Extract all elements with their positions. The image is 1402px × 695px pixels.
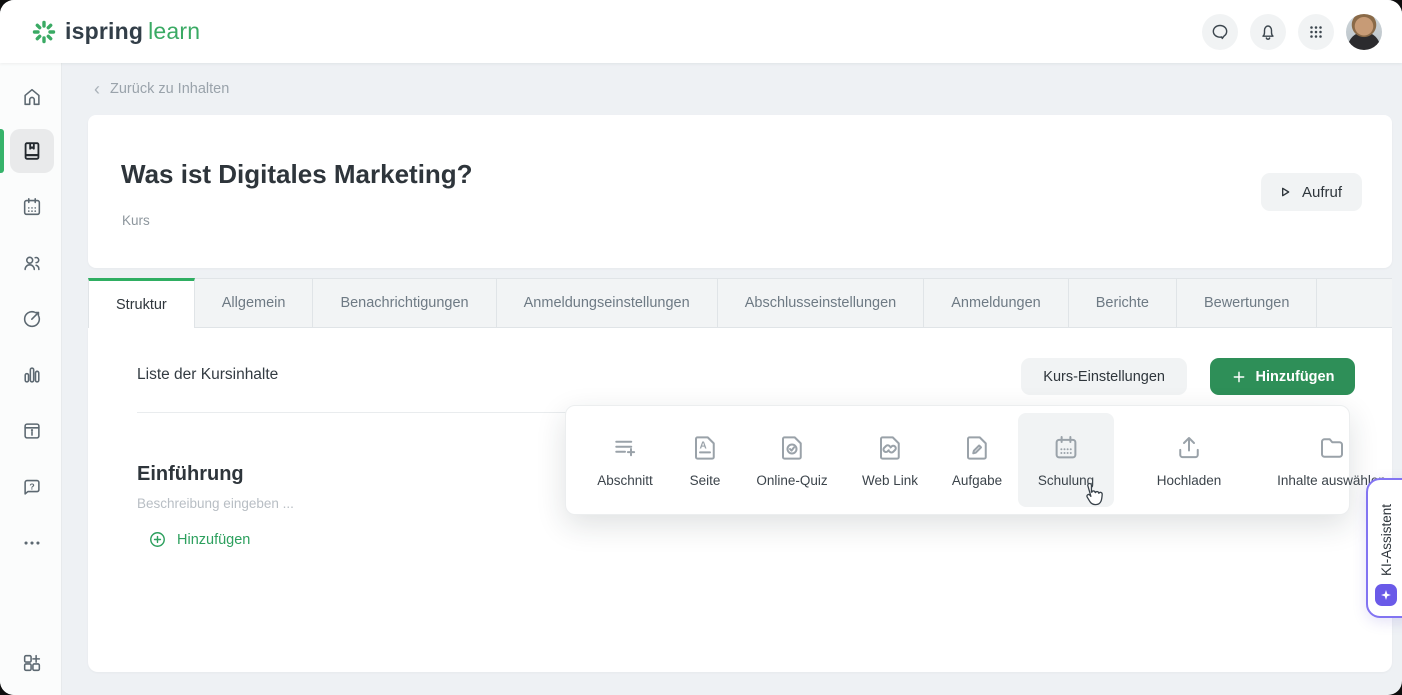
- course-settings-button[interactable]: Kurs-Einstellungen: [1021, 358, 1187, 395]
- assignment-pencil-icon: [962, 433, 992, 463]
- menu-item-abschnitt[interactable]: Abschnitt: [580, 413, 670, 507]
- top-header: ispringlearn: [0, 0, 1402, 63]
- add-content-button[interactable]: Hinzufügen: [1210, 358, 1355, 395]
- breadcrumb-back[interactable]: ‹ Zurück zu Inhalten: [94, 81, 229, 97]
- ai-assistant-tab[interactable]: KI-Assistent: [1366, 478, 1402, 618]
- tab-abschlusseinstellungen[interactable]: Abschlusseinstellungen: [718, 278, 925, 328]
- messages-button[interactable]: [1202, 14, 1238, 50]
- sidebar-item-help[interactable]: ?: [10, 465, 54, 509]
- notifications-icon: [1258, 22, 1278, 42]
- sidebar-item-courses[interactable]: [10, 129, 54, 173]
- tab-overflow-sliver[interactable]: [1317, 278, 1392, 328]
- folder-icon: [1317, 433, 1347, 463]
- book-icon: [21, 140, 43, 162]
- menu-item-schulung[interactable]: Schulung: [1018, 413, 1114, 507]
- course-tabs: Struktur Allgemein Benachrichtigungen An…: [88, 278, 1392, 328]
- sidebar-item-reports[interactable]: [10, 353, 54, 397]
- sidebar-item-catalog-info[interactable]: [10, 409, 54, 453]
- bar-chart-icon: [21, 364, 43, 386]
- sidebar-item-home[interactable]: [10, 75, 54, 119]
- page-title: Was ist Digitales Marketing?: [121, 159, 473, 190]
- tab-benachrichtigungen[interactable]: Benachrichtigungen: [313, 278, 496, 328]
- svg-text:A: A: [700, 440, 707, 451]
- page-icon: A: [690, 433, 720, 463]
- preview-button[interactable]: Aufruf: [1261, 173, 1362, 211]
- left-sidebar: ?: [0, 63, 62, 695]
- tab-allgemein[interactable]: Allgemein: [195, 278, 314, 328]
- messages-icon: [1210, 22, 1230, 42]
- user-avatar[interactable]: [1346, 14, 1382, 50]
- section-add-link[interactable]: Hinzufügen: [148, 530, 250, 549]
- add-apps-icon: [21, 652, 43, 674]
- menu-item-online-quiz[interactable]: Online-Quiz: [740, 413, 844, 507]
- info-panel-icon: [21, 420, 43, 442]
- ispring-learn-logo[interactable]: ispringlearn: [32, 18, 200, 45]
- logo-product-text: learn: [148, 18, 200, 44]
- add-content-menu: Abschnitt A Seite Online-Quiz: [565, 405, 1350, 515]
- help-bubble-icon: ?: [21, 476, 43, 498]
- tab-bewertungen[interactable]: Bewertungen: [1177, 278, 1317, 328]
- plus-icon: [1231, 369, 1247, 385]
- apps-grid-button[interactable]: [1298, 14, 1334, 50]
- link-icon: [875, 433, 905, 463]
- sidebar-item-users[interactable]: [10, 241, 54, 285]
- quiz-check-icon: [777, 433, 807, 463]
- course-header-card: Was ist Digitales Marketing? Kurs Aufruf: [88, 115, 1392, 268]
- content-list-title: Liste der Kursinhalte: [137, 366, 278, 384]
- section-description-placeholder[interactable]: Beschreibung eingeben ...: [137, 496, 294, 511]
- upload-icon: [1174, 433, 1204, 463]
- training-calendar-icon: [1051, 433, 1081, 463]
- chevron-left-icon: ‹: [94, 82, 100, 96]
- tab-berichte[interactable]: Berichte: [1069, 278, 1177, 328]
- menu-item-aufgabe[interactable]: Aufgabe: [936, 413, 1018, 507]
- svg-text:?: ?: [29, 481, 34, 491]
- ellipsis-icon: [21, 532, 43, 554]
- sidebar-item-goals[interactable]: [10, 297, 54, 341]
- logo-brand-text: ispring: [65, 18, 143, 44]
- home-icon: [21, 86, 43, 108]
- sidebar-item-more[interactable]: [10, 521, 54, 565]
- ai-assistant-label: KI-Assistent: [1379, 504, 1394, 576]
- ispring-logo-icon: [32, 20, 56, 44]
- menu-item-seite[interactable]: A Seite: [670, 413, 740, 507]
- target-arrow-icon: [21, 308, 43, 330]
- section-add-icon: [610, 433, 640, 463]
- users-icon: [21, 252, 43, 274]
- calendar-icon: [21, 196, 43, 218]
- apps-grid-icon: [1307, 23, 1325, 41]
- sparkle-icon: [1375, 584, 1397, 606]
- tab-struktur[interactable]: Struktur: [88, 278, 195, 328]
- notifications-button[interactable]: [1250, 14, 1286, 50]
- sidebar-item-add-apps[interactable]: [10, 641, 54, 685]
- plus-circle-icon: [148, 530, 167, 549]
- app-window: ispringlearn: [0, 0, 1402, 695]
- course-type-label: Kurs: [122, 213, 150, 228]
- menu-item-hochladen[interactable]: Hochladen: [1134, 413, 1244, 507]
- menu-item-web-link[interactable]: Web Link: [844, 413, 936, 507]
- section-title: Einführung: [137, 463, 244, 486]
- tab-anmeldungseinstellungen[interactable]: Anmeldungseinstellungen: [497, 278, 718, 328]
- play-icon: [1277, 184, 1293, 200]
- tab-anmeldungen[interactable]: Anmeldungen: [924, 278, 1069, 328]
- sidebar-active-indicator: [0, 129, 4, 173]
- breadcrumb-label: Zurück zu Inhalten: [110, 81, 229, 97]
- sidebar-item-calendar[interactable]: [10, 185, 54, 229]
